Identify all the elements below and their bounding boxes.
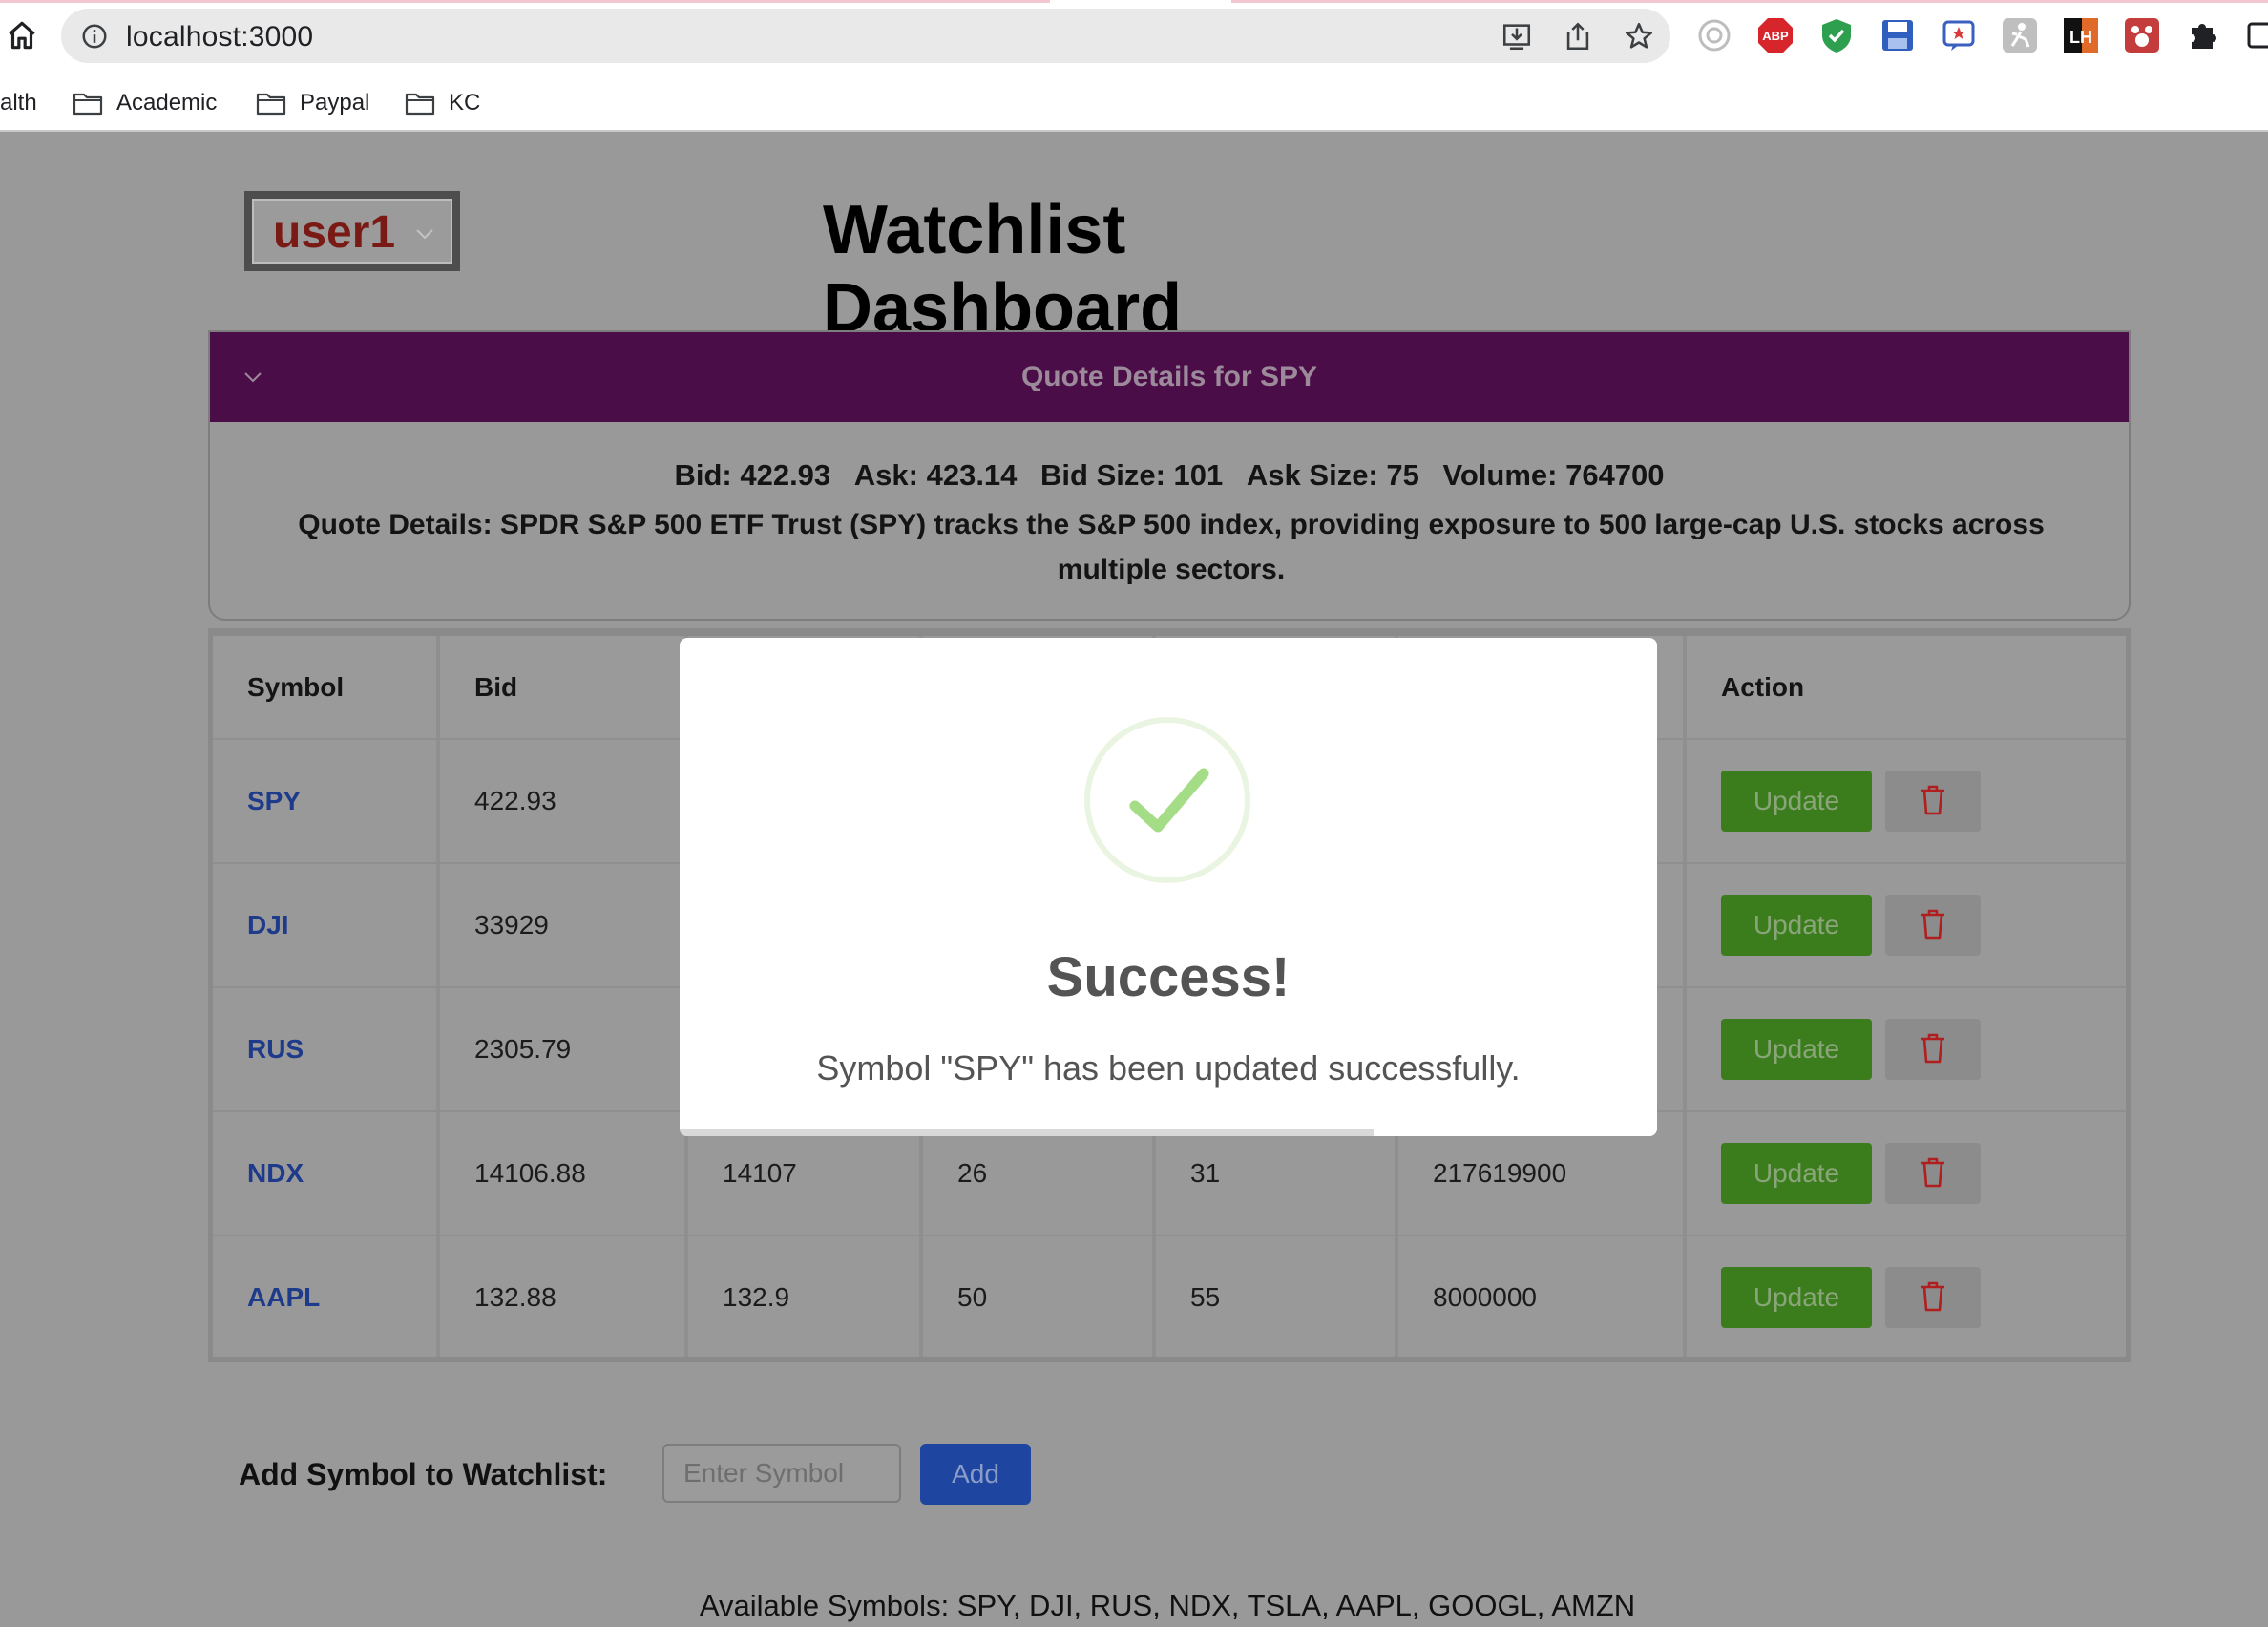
trash-icon: [1922, 1157, 1944, 1188]
folder-icon: [73, 93, 103, 116]
puzzle-icon[interactable]: [2184, 16, 2222, 54]
side-panel-icon[interactable]: [2245, 16, 2268, 54]
symbol-cell[interactable]: AAPL: [213, 1236, 440, 1357]
add-button[interactable]: Add: [920, 1444, 1031, 1505]
trash-icon: [1922, 1281, 1944, 1312]
delete-button[interactable]: [1885, 1143, 1981, 1204]
bookmark-folder-kc[interactable]: KC: [405, 86, 480, 120]
bookmark-label: Paypal: [300, 90, 370, 116]
bid-cell: 132.88: [438, 1236, 688, 1357]
quote-description: Quote Details: SPDR S&P 500 ETF Trust (S…: [298, 509, 2045, 585]
folder-icon: [256, 93, 286, 116]
bid-cell: 14106.88: [438, 1111, 688, 1236]
quote-ask-size: Ask Size: 75: [1246, 458, 1419, 492]
available-symbols: Available Symbols: SPY, DJI, RUS, NDX, T…: [699, 1589, 1636, 1622]
ask-size-cell: 55: [1154, 1236, 1398, 1357]
column-header-action: Action: [1685, 636, 2126, 740]
symbol-cell[interactable]: DJI: [213, 863, 440, 988]
home-icon[interactable]: [4, 17, 40, 53]
column-header-bid: Bid: [438, 636, 688, 740]
bid-size-cell: 50: [921, 1236, 1156, 1357]
delete-button[interactable]: [1885, 1019, 1981, 1080]
bid-cell: 33929: [438, 863, 688, 988]
trash-icon: [1922, 785, 1944, 815]
symbol-input[interactable]: [662, 1444, 901, 1503]
paw-icon[interactable]: [2123, 16, 2161, 54]
quote-details-header[interactable]: Quote Details for SPY: [210, 332, 2129, 422]
update-button[interactable]: Update: [1721, 1019, 1872, 1080]
dismiss-timer-bar: [680, 1129, 1657, 1136]
browser-chrome: localhost:3000 ABP LH alth Academic Payp…: [0, 0, 2268, 132]
quote-bid: Bid: 422.93: [674, 458, 831, 492]
bookmark-label: Academic: [116, 90, 218, 116]
tab-strip-edge: [0, 0, 2268, 6]
url-text[interactable]: localhost:3000: [126, 21, 313, 53]
volume-cell: 8000000: [1396, 1236, 1687, 1357]
bookmark-folder-academic[interactable]: Academic: [73, 86, 217, 120]
update-button[interactable]: Update: [1721, 1143, 1872, 1204]
update-button[interactable]: Update: [1721, 895, 1872, 956]
symbol-cell[interactable]: RUS: [213, 987, 440, 1112]
share-icon[interactable]: [1562, 20, 1594, 53]
trash-icon: [1922, 909, 1944, 940]
quote-details-panel: Quote Details for SPY Bid: 422.93 Ask: 4…: [208, 330, 2131, 621]
action-cell: Update: [1685, 863, 2126, 988]
available-symbols-row: Available Symbols: SPY, DJI, RUS, NDX, T…: [0, 1589, 2268, 1623]
trash-icon: [1922, 1033, 1944, 1064]
update-button[interactable]: Update: [1721, 771, 1872, 832]
delete-button[interactable]: [1885, 1267, 1981, 1328]
bookmark-health[interactable]: alth: [0, 86, 37, 120]
quote-bid-size: Bid Size: 101: [1040, 458, 1224, 492]
delete-button[interactable]: [1885, 895, 1981, 956]
page-title: Watchlist Dashboard: [823, 192, 1183, 347]
symbol-cell[interactable]: SPY: [213, 739, 440, 864]
action-cell: Update: [1685, 987, 2126, 1112]
adblock-icon[interactable]: ABP: [1756, 16, 1795, 54]
action-cell: Update: [1685, 1111, 2126, 1236]
symbol-cell[interactable]: NDX: [213, 1111, 440, 1236]
address-bar[interactable]: localhost:3000: [61, 9, 1670, 63]
bid-cell: 422.93: [438, 739, 688, 864]
bookmarks-bar: alth Academic Paypal KC: [0, 80, 2268, 122]
quote-details-title: Quote Details for SPY: [1020, 361, 1318, 392]
lighthouse-icon[interactable]: LH: [2062, 16, 2100, 54]
bookmark-folder-paypal[interactable]: Paypal: [256, 86, 369, 120]
action-cell: Update: [1685, 1236, 2126, 1357]
shield-check-icon[interactable]: [1817, 16, 1856, 54]
ask-cell: 132.9: [686, 1236, 923, 1357]
success-title: Success!: [1046, 946, 1291, 1008]
check-circle-icon: [1084, 717, 1250, 883]
update-button[interactable]: Update: [1721, 1267, 1872, 1328]
folder-icon: [405, 93, 435, 116]
success-dialog: Success! Symbol "SPY" has been updated s…: [680, 638, 1657, 1136]
bookmark-label: alth: [0, 90, 37, 116]
figure-icon[interactable]: [2001, 16, 2039, 54]
quote-volume: Volume: 764700: [1442, 458, 1665, 492]
delete-button[interactable]: [1885, 771, 1981, 832]
floppy-disk-icon[interactable]: [1879, 16, 1917, 54]
tracker-icon[interactable]: [1695, 16, 1733, 54]
table-row: AAPL 132.88 132.9 50 55 8000000 Update: [213, 1236, 2126, 1357]
bookmark-star-icon[interactable]: [1623, 20, 1655, 53]
quote-ask: Ask: 423.14: [853, 458, 1018, 492]
site-info-icon[interactable]: [80, 22, 109, 51]
user-select-box[interactable]: user1: [252, 199, 452, 264]
column-header-symbol: Symbol: [213, 636, 440, 740]
bid-cell: 2305.79: [438, 987, 688, 1112]
install-app-icon[interactable]: [1501, 20, 1533, 53]
adblock-label: ABP: [1762, 29, 1789, 43]
bookmark-label: KC: [449, 90, 481, 116]
lighthouse-label: LH: [2069, 28, 2092, 47]
chevron-down-icon: [416, 229, 433, 240]
quote-stats: Bid: 422.93 Ask: 423.14 Bid Size: 101 As…: [210, 458, 2129, 493]
add-symbol-label: Add Symbol to Watchlist:: [239, 1457, 608, 1491]
user-select[interactable]: user1: [244, 191, 460, 271]
dismiss-timer-fill: [680, 1129, 1375, 1136]
star-note-icon[interactable]: [1940, 16, 1978, 54]
action-cell: Update: [1685, 739, 2126, 864]
user-select-value: user1: [273, 207, 396, 258]
success-message: Symbol "SPY" has been updated successful…: [816, 1048, 1521, 1088]
